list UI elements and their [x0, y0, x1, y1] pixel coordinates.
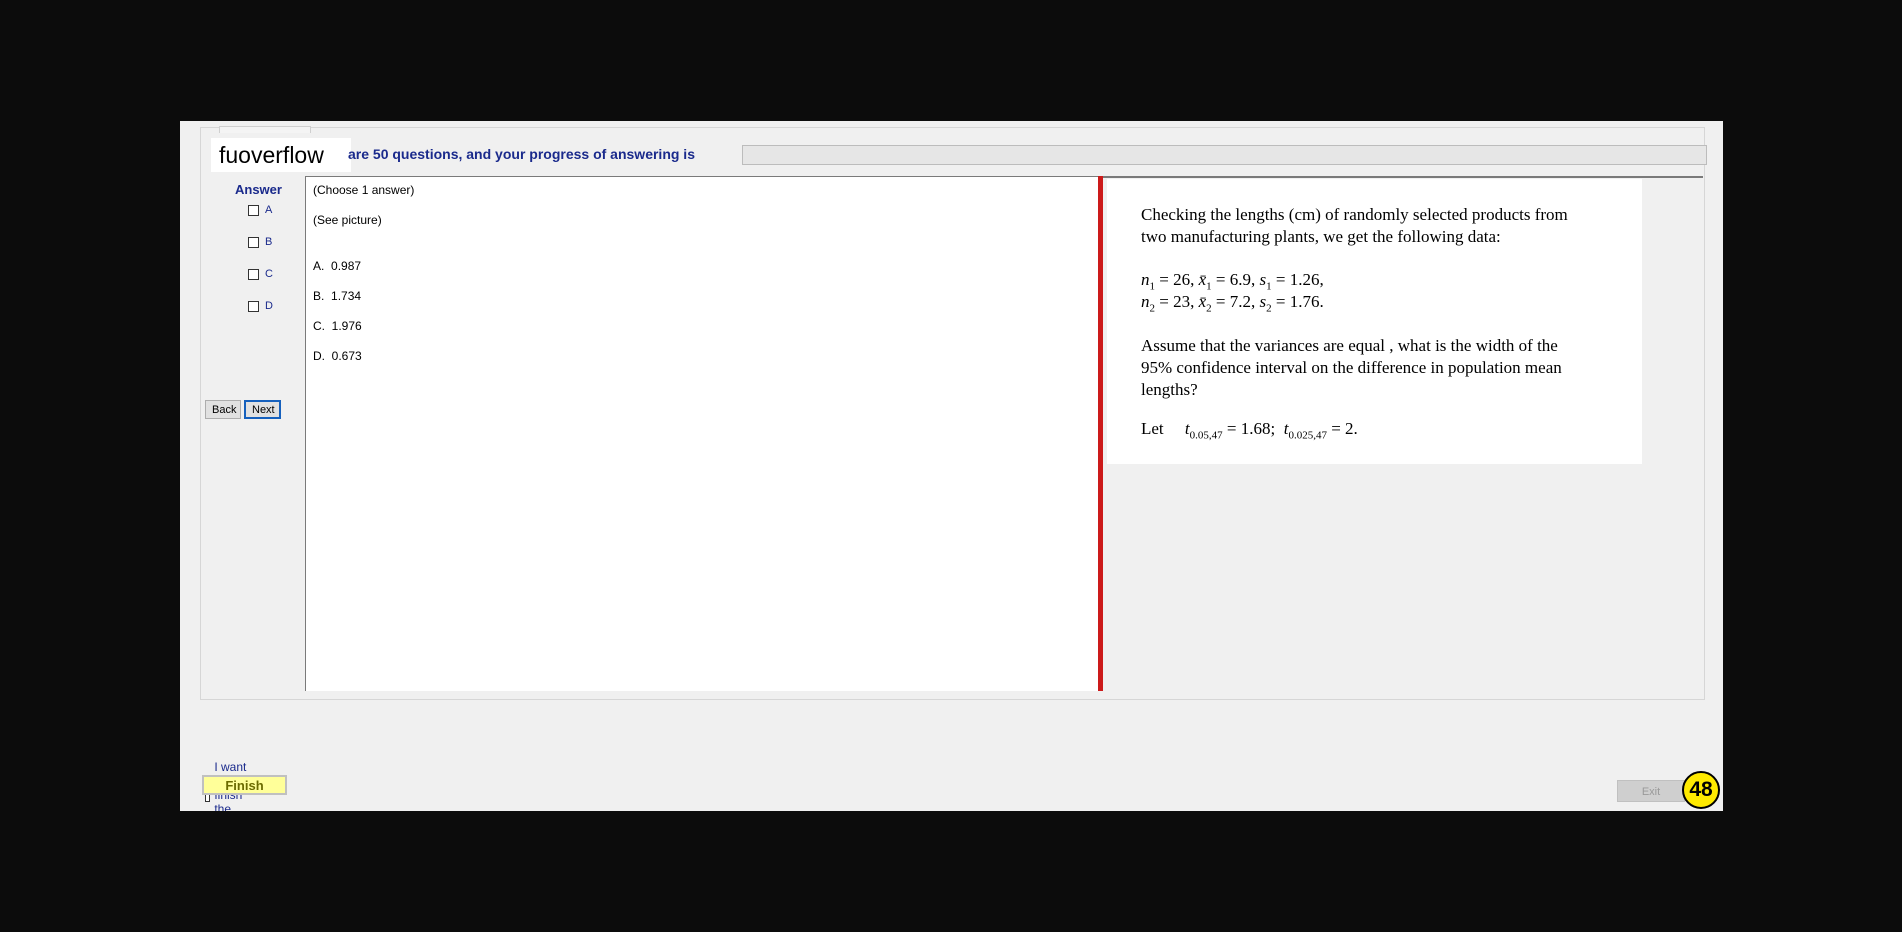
picture-line-3: Assume that the variances are equal , wh…	[1141, 336, 1558, 355]
picture-line-4: 95% confidence interval on the differenc…	[1141, 358, 1562, 377]
answer-option-d[interactable]: D	[248, 300, 273, 312]
picture-data-1: n1 = 26, x̄1 = 6.9, s1 = 1.26,	[1141, 270, 1324, 292]
next-button[interactable]: Next	[244, 400, 281, 419]
question-counter-badge: 48	[1682, 771, 1720, 809]
progress-text: are 50 questions, and your progress of a…	[348, 146, 695, 162]
checkbox-c[interactable]	[248, 268, 259, 280]
math-xbar: x̄	[1198, 292, 1207, 311]
answer-option-b[interactable]: B	[248, 236, 272, 248]
choice-b: B. 1.734	[313, 289, 361, 303]
math-value: = 23,	[1155, 292, 1199, 311]
answer-option-label: C	[265, 268, 273, 280]
question-instruction: (Choose 1 answer)	[313, 183, 415, 197]
progress-bar	[742, 145, 1707, 165]
brand-watermark: fuoverflow	[211, 138, 351, 172]
choice-value: 0.673	[331, 349, 362, 363]
finish-button[interactable]: Finish	[202, 775, 287, 795]
math-n: n	[1141, 292, 1150, 311]
answer-title: Answer	[235, 182, 282, 197]
checkbox-b[interactable]	[248, 236, 259, 248]
question-body: (See picture)	[313, 213, 382, 227]
question-panel: (Choose 1 answer) (See picture) A. 0.987…	[305, 176, 1100, 691]
picture-line-5: lengths?	[1141, 380, 1198, 399]
question-picture: Checking the lengths (cm) of randomly se…	[1107, 179, 1642, 464]
choice-value: 1.976	[331, 319, 362, 333]
choice-letter: D.	[313, 349, 325, 363]
math-value: = 6.9,	[1211, 270, 1260, 289]
math-value: = 7.2,	[1211, 292, 1260, 311]
math-value: = 26,	[1155, 270, 1199, 289]
answer-option-a[interactable]: A	[248, 204, 272, 216]
exit-button[interactable]: Exit	[1617, 780, 1685, 802]
picture-line-2: two manufacturing plants, we get the fol…	[1141, 227, 1501, 246]
math-value: = 1.68;	[1222, 419, 1276, 438]
math-value: = 1.76.	[1271, 292, 1324, 311]
math-sub: 0.05,47	[1189, 429, 1223, 442]
answer-option-label: B	[265, 236, 273, 248]
math-value: = 2.	[1326, 419, 1358, 438]
math-xbar: x̄	[1198, 270, 1207, 289]
picture-data-2: n2 = 23, x̄2 = 7.2, s2 = 1.76.	[1141, 292, 1324, 314]
choice-c: C. 1.976	[313, 319, 362, 333]
exam-frame: fuoverflow are 50 questions, and your pr…	[200, 126, 1707, 700]
picture-line-1: Checking the lengths (cm) of randomly se…	[1141, 205, 1568, 224]
choice-d: D. 0.673	[313, 349, 362, 363]
math-n: n	[1141, 270, 1150, 289]
choice-a: A. 0.987	[313, 259, 361, 273]
back-button[interactable]: Back	[205, 400, 241, 419]
choice-letter: C.	[313, 319, 325, 333]
choice-letter: A.	[313, 259, 325, 273]
exam-window: fuoverflow are 50 questions, and your pr…	[180, 121, 1723, 811]
choice-letter: B.	[313, 289, 325, 303]
answer-option-c[interactable]: C	[248, 268, 273, 280]
math-sub: 0.025,47	[1288, 429, 1327, 442]
picture-panel: Checking the lengths (cm) of randomly se…	[1103, 176, 1703, 691]
tab-stub	[219, 126, 311, 133]
checkbox-d[interactable]	[248, 300, 259, 312]
answer-option-label: A	[265, 204, 273, 216]
answer-option-label: D	[265, 300, 273, 312]
picture-let-line: Let t0.05,47 = 1.68; t0.025,47 = 2.	[1141, 419, 1358, 441]
let-label: Let	[1141, 419, 1164, 438]
checkbox-a[interactable]	[248, 204, 259, 216]
choice-value: 1.734	[331, 289, 362, 303]
choice-value: 0.987	[331, 259, 362, 273]
picture-panel-border	[1103, 176, 1703, 178]
math-value: = 1.26,	[1271, 270, 1324, 289]
